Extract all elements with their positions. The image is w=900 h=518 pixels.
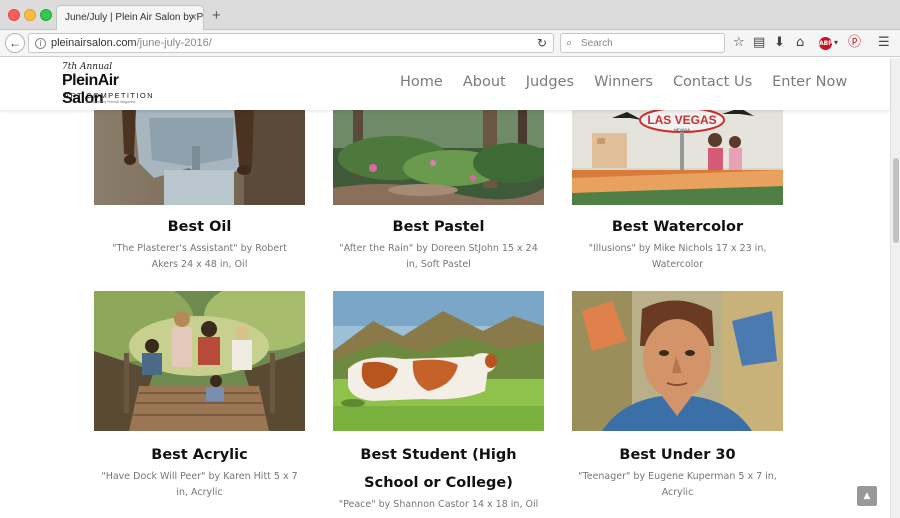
search-input[interactable]: ⌕ Search	[560, 33, 725, 53]
tab-title: June/July | Plein Air Salon by Plein	[65, 12, 204, 23]
winner-card: LAS VEGAS NEVADA Best Watercolor "Illusi…	[572, 108, 783, 273]
reload-icon[interactable]: ↻	[537, 36, 547, 50]
search-icon: ⌕	[566, 36, 573, 49]
artwork-image[interactable]: LAS VEGAS NEVADA	[572, 108, 783, 205]
winner-card: Best Pastel "After the Rain" by Doreen S…	[333, 108, 544, 273]
browser-toolbar: ← i pleinairsalon.com/june-july-2016/ ↻ …	[0, 30, 900, 57]
browser-tab[interactable]: June/July | Plein Air Salon by Plein ×	[56, 5, 204, 30]
url-path: /june-july-2016/	[136, 37, 212, 49]
home-icon[interactable]: ⌂	[796, 34, 804, 52]
las-vegas-sign-text: LAS VEGAS	[647, 113, 716, 127]
nav-enter-now[interactable]: Enter Now	[772, 74, 847, 90]
chevron-down-icon[interactable]: ▾	[834, 34, 838, 52]
winner-card: Best Under 30 "Teenager" by Eugene Kuper…	[572, 291, 783, 501]
page-scrollbar[interactable]	[890, 58, 900, 518]
pinterest-icon[interactable]: ⓟ	[848, 34, 861, 52]
award-title: Best Under 30	[619, 447, 736, 463]
bookmark-star-icon[interactable]: ☆	[733, 34, 745, 52]
award-title: Best Acrylic	[151, 447, 248, 463]
logo-annual-text: 7th Annual	[62, 62, 113, 72]
artwork-description: "After the Rain" by Doreen StJohn 15 x 2…	[339, 243, 538, 270]
award-title: Best Student (High School or College)	[360, 447, 517, 491]
tab-close-icon[interactable]: ×	[190, 10, 197, 24]
logo-sub-text: ART COMPETITION	[64, 91, 154, 100]
nav-judges[interactable]: Judges	[526, 74, 574, 90]
nevada-sign-text: NEVADA	[674, 127, 690, 132]
artwork-description: "Illusions" by Mike Nichols 17 x 23 in, …	[588, 243, 767, 270]
award-title: Best Watercolor	[611, 219, 744, 235]
new-tab-button[interactable]: +	[212, 7, 221, 24]
artwork-description: "The Plasterer's Assistant" by Robert Ak…	[112, 243, 287, 270]
award-title: Best Oil	[167, 219, 232, 235]
winner-card: Best Student (High School or College) "P…	[333, 291, 544, 513]
artwork-description: "Teenager" by Eugene Kuperman 5 x 7 in, …	[578, 471, 777, 498]
chevron-up-icon: ▲	[863, 491, 871, 501]
artwork-image[interactable]	[94, 108, 305, 205]
winner-card: Best Acrylic "Have Dock Will Peer" by Ka…	[94, 291, 305, 501]
winner-card: Best Oil "The Plasterer's Assistant" by …	[94, 108, 305, 273]
site-info-icon[interactable]: i	[35, 38, 46, 49]
browser-titlebar: June/July | Plein Air Salon by Plein × +	[0, 0, 900, 30]
back-to-top-button[interactable]: ▲	[857, 486, 877, 506]
search-placeholder: Search	[581, 38, 613, 49]
reading-list-icon[interactable]: ▤	[753, 34, 765, 52]
main-nav: Home About Judges Winners Contact Us Ent…	[400, 74, 847, 90]
download-icon[interactable]: ⬇	[774, 34, 785, 52]
artwork-description: "Peace" by Shannon Castor 14 x 18 in, Oi…	[338, 499, 539, 510]
minimize-window-button[interactable]	[24, 9, 36, 21]
adblock-icon[interactable]: ABP	[819, 37, 833, 50]
close-window-button[interactable]	[8, 9, 20, 21]
back-button[interactable]: ←	[5, 33, 25, 53]
nav-about[interactable]: About	[463, 74, 506, 90]
address-bar[interactable]: i pleinairsalon.com/june-july-2016/ ↻	[28, 33, 554, 53]
site-header: 7th Annual PleinAir Salon ART COMPETITIO…	[0, 58, 890, 110]
award-title: Best Pastel	[392, 219, 485, 235]
nav-contact-us[interactable]: Contact Us	[673, 74, 752, 90]
artwork-image[interactable]	[572, 291, 783, 431]
artwork-image[interactable]	[333, 291, 544, 431]
nav-winners[interactable]: Winners	[594, 74, 653, 90]
page-content: Best Oil "The Plasterer's Assistant" by …	[0, 58, 890, 518]
menu-icon[interactable]: ☰	[878, 34, 890, 52]
zoom-window-button[interactable]	[40, 9, 52, 21]
scrollbar-thumb[interactable]	[893, 158, 899, 243]
site-logo[interactable]: 7th Annual PleinAir Salon ART COMPETITIO…	[62, 62, 158, 107]
artwork-image[interactable]	[94, 291, 305, 431]
artwork-description: "Have Dock Will Peer" by Karen Hitt 5 x …	[101, 471, 298, 498]
url-host: pleinairsalon.com	[51, 37, 137, 49]
artwork-image[interactable]	[333, 108, 544, 205]
logo-tagline: presented by PleinAir Magazine	[86, 100, 136, 104]
nav-home[interactable]: Home	[400, 74, 443, 90]
back-arrow-icon: ←	[9, 36, 21, 50]
